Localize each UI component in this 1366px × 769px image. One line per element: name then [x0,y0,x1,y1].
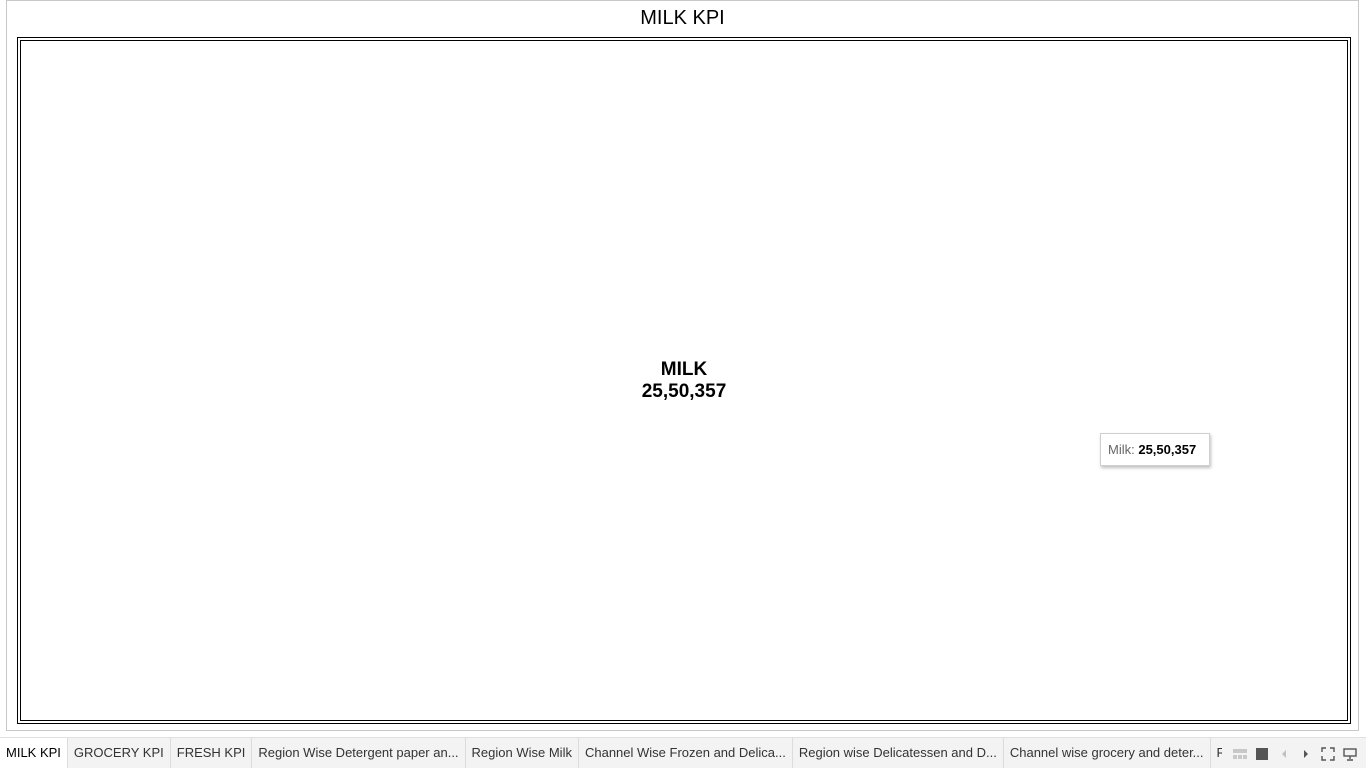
next-sheet-icon[interactable] [1298,746,1314,762]
thumbnail-view-icon[interactable] [1232,746,1248,762]
sheet-title: MILK KPI [640,7,725,29]
tab-milk-kpi[interactable]: MILK KPI [0,738,68,768]
kpi-value: 25,50,357 [641,381,727,402]
dashboard-sheet: MILK KPI MILK 25,50,357 [6,0,1359,731]
tab-region-wise[interactable]: Region wise [1211,738,1222,768]
tooltip: Milk: 25,50,357 [1100,433,1210,466]
sheet-tab-bar: MILK KPI GROCERY KPI FRESH KPI Region Wi… [0,737,1366,768]
tooltip-value: 25,50,357 [1138,442,1197,457]
kpi-card-inner-border: MILK 25,50,357 [20,40,1348,721]
tab-region-wise-delicatessen[interactable]: Region wise Delicatessen and D... [793,738,1004,768]
fullscreen-icon[interactable] [1320,746,1336,762]
tab-controls [1231,738,1366,769]
presentation-mode-icon[interactable] [1342,746,1358,762]
sheet-tabs: MILK KPI GROCERY KPI FRESH KPI Region Wi… [0,738,1222,769]
tab-region-wise-milk[interactable]: Region Wise Milk [466,738,579,768]
tab-grocery-kpi[interactable]: GROCERY KPI [68,738,171,768]
tab-fresh-kpi[interactable]: FRESH KPI [171,738,253,768]
stop-icon[interactable] [1254,746,1270,762]
previous-sheet-icon[interactable] [1276,746,1292,762]
tab-channel-wise-grocery[interactable]: Channel wise grocery and deter... [1004,738,1211,768]
kpi-card[interactable]: MILK 25,50,357 [17,37,1351,724]
kpi-label: MILK [660,359,708,380]
tab-region-wise-detergent[interactable]: Region Wise Detergent paper an... [252,738,466,768]
tooltip-label: Milk: [1108,442,1135,457]
tab-channel-wise-frozen[interactable]: Channel Wise Frozen and Delica... [579,738,793,768]
